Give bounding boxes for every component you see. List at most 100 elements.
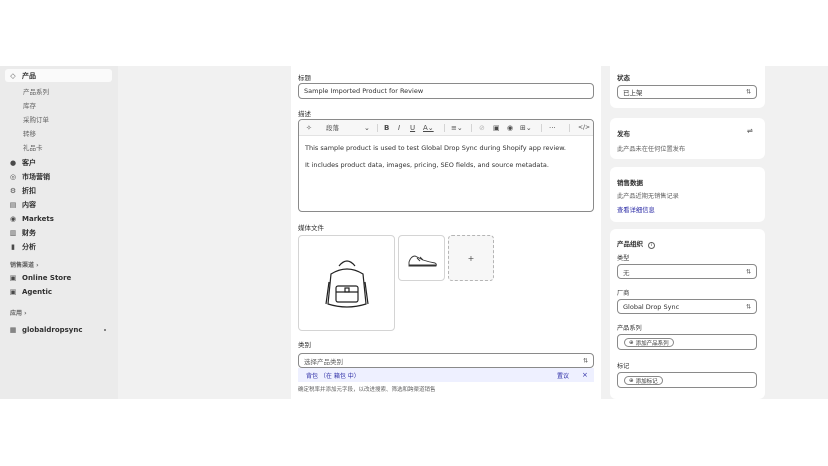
sidebar-sub-inventory[interactable]: 库存 [23,100,36,110]
add-media-button[interactable]: + [448,235,494,281]
table-icon[interactable]: ⊞⌄ [520,123,532,133]
tag-icon: ◇ [10,71,16,80]
sales-data-card: 销售数据 此产品近期无销售记录 查看详细信息 [610,167,765,222]
select-chevron-icon: ⇅ [745,88,751,96]
media-main-backpack[interactable] [298,235,395,331]
status-title: 状态 [617,74,630,82]
suggestion-text: 背包 （在 箱包 中） [306,372,360,380]
vendor-select[interactable]: Global Drop Sync ⇅ [617,299,757,314]
sidebar-item-label: Online Store [22,273,72,282]
category-select[interactable]: 选择产品类别 ⇅ [298,353,594,368]
link-icon[interactable]: ⊘ [479,123,485,133]
category-suggestion[interactable]: 背包 （在 箱包 中） 置议 × [298,368,594,382]
publishing-card: 发布 ⇌ 此产品未在任何位置发布 [610,118,765,159]
bank-icon: ▥ [9,228,17,237]
sidebar-sub-gift-cards[interactable]: 礼品卡 [23,142,43,152]
tags-input[interactable]: ⊕ 添加标记 [617,372,757,388]
select-chevron-icon: ⇅ [582,357,588,364]
category-label: 类别 [298,341,311,349]
publishing-title: 发布 [617,130,630,138]
magic-icon[interactable]: ✧ [306,123,312,133]
collections-label: 产品系列 [617,325,642,332]
underline-icon[interactable]: U [410,123,415,133]
editor-toolbar: ✧ 段落 ⌄ B I U A⌄ ≡⌄ ⊘ ▣ ◉ ⊞⌄ ··· </> [299,120,593,136]
apps-heading[interactable]: 应用 › [10,308,27,317]
description-line: This sample product is used to test Glob… [305,144,566,152]
sidebar-item-label: 内容 [22,200,36,209]
media-label: 媒体文件 [298,224,324,232]
sidebar-item-label: 产品 [22,71,36,80]
sidebar-sub-transfers[interactable]: 转移 [23,128,36,138]
sidebar-item-label: 分析 [22,242,36,251]
italic-icon[interactable]: I [398,123,400,133]
app-menu-dot-icon[interactable] [104,329,106,331]
sidebar-item-markets[interactable]: ◉ Markets [5,212,112,225]
more-icon[interactable]: ··· [549,123,556,133]
sidebar-item-label: 市场营销 [22,172,50,181]
align-icon[interactable]: ≡⌄ [451,123,463,133]
sidebar-item-customers[interactable]: ● 客户 [5,156,112,169]
vendor-label: 厂商 [617,290,630,297]
plus-circle-icon: ⊕ [629,339,634,346]
plus-circle-icon: ⊕ [629,377,634,384]
sidebar-item-label: 财务 [22,228,36,237]
app-icon: ▦ [9,325,17,334]
suggestion-close-icon[interactable]: × [582,371,588,379]
add-tag-chip[interactable]: ⊕ 添加标记 [624,376,663,385]
sidebar-item-online-store[interactable]: ▣ Online Store [5,271,112,284]
sales-channels-heading[interactable]: 销售渠道 › [10,260,39,269]
sidebar-sub-collections[interactable]: 产品系列 [23,86,49,96]
bold-icon[interactable]: B [384,123,389,133]
sidebar-item-discounts[interactable]: ⚙ 折扣 [5,184,112,197]
status-card: 状态 已上架 ⇅ [610,66,765,108]
sidebar-item-marketing[interactable]: ◎ 市场营销 [5,170,112,183]
status-select[interactable]: 已上架 ⇅ [617,85,757,99]
description-line: It includes product data, images, pricin… [305,161,549,169]
category-help-text: 确定税率并添加元字段，以改进搜索、筛选和跨渠道销售 [298,387,436,393]
info-icon[interactable]: i [648,242,656,249]
select-chevron-icon: ⇅ [745,268,751,275]
sidebar-item-label: Agentic [22,287,53,296]
store-icon: ▣ [9,273,17,282]
media-thumb-shoe[interactable] [398,235,445,281]
description-editor[interactable]: ✧ 段落 ⌄ B I U A⌄ ≡⌄ ⊘ ▣ ◉ ⊞⌄ ··· </> This… [298,119,594,212]
view-details-link[interactable]: 查看详细信息 [617,205,655,214]
chevron-down-icon[interactable]: ⌄ [364,123,370,133]
collections-input[interactable]: ⊕ 添加产品系列 [617,334,757,350]
sidebar-item-label: 折扣 [22,186,36,195]
type-select[interactable]: 无 ⇅ [617,264,757,279]
image-icon[interactable]: ▣ [493,123,500,133]
title-label: 标题 [298,74,311,82]
sidebar-sub-purchase-orders[interactable]: 采购订单 [23,114,49,124]
organization-title: 产品组织 i [617,238,656,249]
tags-label: 标记 [617,363,630,370]
sidebar-item-analytics[interactable]: ▮ 分析 [5,240,112,253]
paragraph-select[interactable]: 段落 [326,123,339,133]
admin-stage: ◇ 产品 产品系列 库存 采购订单 转移 礼品卡 ● 客户 ◎ 市场营销 ⚙ 折… [0,66,828,399]
sales-title: 销售数据 [617,179,643,187]
sidebar-item-globaldropsync[interactable]: ▦ globaldropsync [5,323,112,336]
select-chevron-icon: ⇅ [745,303,751,310]
sidebar: ◇ 产品 产品系列 库存 采购订单 转移 礼品卡 ● 客户 ◎ 市场营销 ⚙ 折… [0,66,118,399]
suggestion-action-button[interactable]: 置议 [557,371,569,380]
text-color-icon[interactable]: A⌄ [423,123,434,133]
add-collection-chip[interactable]: ⊕ 添加产品系列 [624,338,674,347]
sales-text: 此产品近期无销售记录 [617,193,679,200]
code-icon[interactable]: </> [578,123,590,133]
product-organization-card: 产品组织 i 类型 无 ⇅ 厂商 Global Drop Sync ⇅ 产品系列… [610,229,765,399]
publishing-text: 此产品未在任何位置发布 [617,146,686,153]
sidebar-item-label: Markets [22,214,54,223]
video-icon[interactable]: ◉ [507,123,513,133]
settings-sliders-icon[interactable]: ⇌ [747,127,753,135]
title-input[interactable]: Sample Imported Product for Review [298,83,594,99]
shoe-image [408,255,437,267]
sidebar-item-finance[interactable]: ▥ 财务 [5,226,112,239]
type-label: 类型 [617,255,630,262]
sidebar-item-content[interactable]: ▤ 内容 [5,198,112,211]
description-label: 描述 [298,110,311,118]
sidebar-item-products[interactable]: ◇ 产品 [5,69,112,82]
sidebar-item-label: globaldropsync [22,325,83,334]
target-icon: ◎ [9,172,17,181]
discount-icon: ⚙ [9,186,17,195]
sidebar-item-agentic[interactable]: ▣ Agentic [5,285,112,298]
